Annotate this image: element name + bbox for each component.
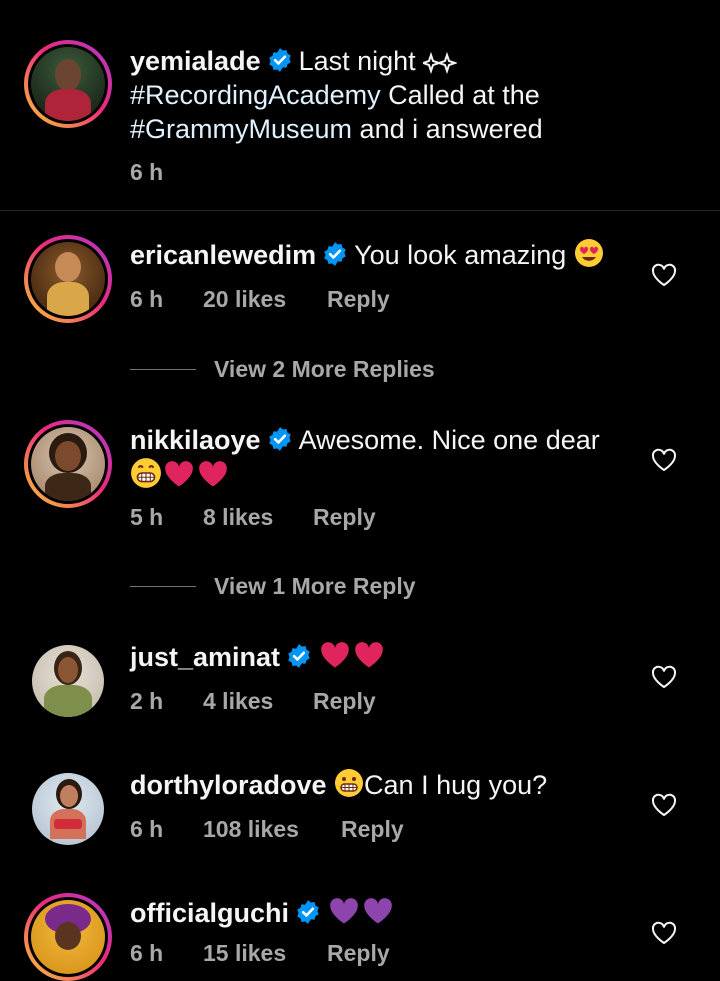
username[interactable]: dorthyloradove <box>130 770 327 800</box>
red-heart-emoji-icon <box>165 461 193 487</box>
timestamp: 6 h <box>130 816 164 842</box>
username[interactable]: nikkilaoye <box>130 425 261 455</box>
timestamp: 2 h <box>130 688 164 714</box>
avatar[interactable] <box>24 235 112 323</box>
comment-text: ericanlewedim You look amazing <box>130 238 630 272</box>
view-replies-label: View 2 More Replies <box>214 356 435 382</box>
likes-count[interactable]: 15 likes <box>203 940 286 967</box>
reply-button[interactable]: Reply <box>327 286 390 313</box>
hashtag-link[interactable]: #RecordingAcademy <box>130 80 381 110</box>
comment-text: dorthyloradove Can I hug you? <box>130 768 630 802</box>
avatar[interactable] <box>24 893 112 981</box>
avatar[interactable] <box>32 645 104 717</box>
verified-badge-icon <box>324 242 346 266</box>
username[interactable]: ericanlewedim <box>130 240 316 270</box>
comment-text: officialguchi <box>130 896 630 930</box>
divider <box>130 586 196 587</box>
hashtag-link[interactable]: #GrammyMuseum <box>130 114 352 144</box>
like-heart-icon[interactable] <box>651 665 677 689</box>
likes-count[interactable]: 20 likes <box>203 286 286 313</box>
comment-body: Awesome. Nice one dear <box>298 425 600 455</box>
red-heart-emoji-icon <box>199 461 227 487</box>
caption-end: and i answered <box>352 114 543 144</box>
avatar[interactable] <box>24 420 112 508</box>
purple-heart-emoji-icon <box>364 898 392 924</box>
reply-button[interactable]: Reply <box>313 504 376 531</box>
like-heart-icon[interactable] <box>651 921 677 945</box>
comment-text: nikkilaoye Awesome. Nice one dear <box>130 423 630 493</box>
grinning-emoji-icon <box>131 458 161 488</box>
purple-heart-emoji-icon <box>330 898 358 924</box>
verified-badge-icon <box>268 427 291 451</box>
red-heart-emoji-icon <box>355 642 383 668</box>
avatar[interactable] <box>24 40 112 128</box>
verified-badge-icon <box>297 900 319 924</box>
timestamp: 5 h <box>130 504 164 530</box>
like-heart-icon[interactable] <box>651 793 677 817</box>
reply-button[interactable]: Reply <box>313 688 376 715</box>
timestamp: 6 h <box>130 159 164 185</box>
timestamp: 6 h <box>130 940 164 966</box>
divider <box>130 369 196 370</box>
comment-body: You look amazing <box>354 240 567 270</box>
grimacing-emoji-icon <box>335 769 364 797</box>
username[interactable]: yemialade <box>130 46 261 76</box>
avatar[interactable] <box>32 773 104 845</box>
post-caption: yemialade Last night #RecordingAcademy Ca… <box>0 0 720 211</box>
like-heart-icon[interactable] <box>651 448 677 472</box>
timestamp: 6 h <box>130 286 164 312</box>
verified-badge-icon <box>288 644 310 668</box>
reply-button[interactable]: Reply <box>327 940 390 967</box>
heart-eyes-emoji-icon <box>574 239 603 267</box>
username[interactable]: just_aminat <box>130 642 280 672</box>
reply-button[interactable]: Reply <box>341 816 404 843</box>
likes-count[interactable]: 8 likes <box>203 504 273 531</box>
sparkle-icon <box>423 52 458 74</box>
likes-count[interactable]: 4 likes <box>203 688 273 715</box>
caption-line1: Last night <box>298 46 416 76</box>
red-heart-emoji-icon <box>321 642 349 668</box>
likes-count[interactable]: 108 likes <box>203 816 299 843</box>
view-replies-label: View 1 More Reply <box>214 573 416 599</box>
comment-body: Can I hug you? <box>364 770 548 800</box>
caption-text: yemialade Last night #RecordingAcademy Ca… <box>130 44 580 146</box>
like-heart-icon[interactable] <box>651 263 677 287</box>
username[interactable]: officialguchi <box>130 898 289 928</box>
caption-middle: Called at the <box>380 80 540 110</box>
verified-badge-icon <box>268 48 291 72</box>
comment-text: just_aminat <box>130 640 630 674</box>
